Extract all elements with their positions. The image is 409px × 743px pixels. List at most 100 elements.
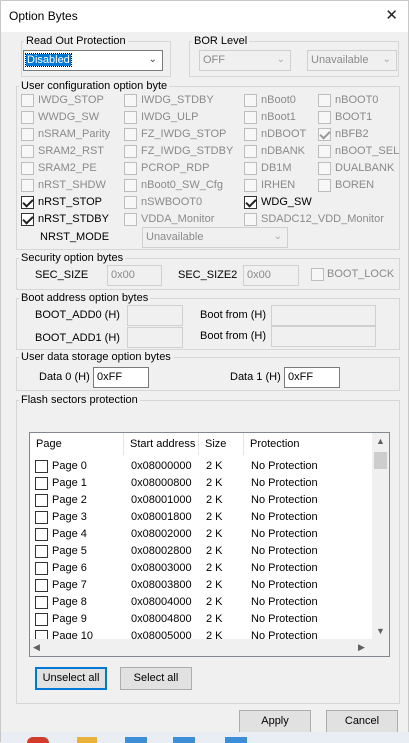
user-data-label: User data storage option bytes xyxy=(21,351,171,363)
option-checkbox[interactable] xyxy=(124,145,137,158)
option-checkbox[interactable] xyxy=(318,128,331,141)
apply-button[interactable]: Apply xyxy=(239,710,311,733)
row-checkbox[interactable] xyxy=(35,596,48,609)
row-checkbox[interactable] xyxy=(35,613,48,626)
option-checkbox[interactable] xyxy=(21,111,34,124)
boot-add1-field[interactable] xyxy=(127,327,183,348)
table-row[interactable]: Page 0 0x08000000 2 K No Protection xyxy=(30,458,370,475)
option-checkbox[interactable] xyxy=(244,196,257,209)
boot-from-field-0[interactable] xyxy=(271,305,376,326)
option-checkbox[interactable] xyxy=(124,94,137,107)
option-checkbox[interactable] xyxy=(21,128,34,141)
row-checkbox[interactable] xyxy=(35,579,48,592)
scroll-left-icon[interactable]: ◀ xyxy=(33,642,40,653)
option-checkbox[interactable] xyxy=(318,179,331,192)
option-label: IWDG_ULP xyxy=(141,111,199,123)
option-checkbox[interactable] xyxy=(124,196,137,209)
option-label: nBoot1 xyxy=(261,111,296,123)
size-cell: 2 K xyxy=(206,562,223,574)
boot-lock-checkbox[interactable] xyxy=(311,268,324,281)
table-row[interactable]: Page 4 0x08002000 2 K No Protection xyxy=(30,526,370,543)
table-row[interactable]: Page 2 0x08001000 2 K No Protection xyxy=(30,492,370,509)
option-checkbox[interactable] xyxy=(21,179,34,192)
option-checkbox[interactable] xyxy=(244,179,257,192)
option-checkbox[interactable] xyxy=(244,111,257,124)
option-checkbox[interactable] xyxy=(124,128,137,141)
scroll-thumb[interactable] xyxy=(374,452,387,469)
vertical-scrollbar[interactable]: ▲ ▼ xyxy=(372,433,389,639)
option-label: nDBOOT xyxy=(261,128,307,140)
option-checkbox[interactable] xyxy=(124,111,137,124)
folder-icon[interactable] xyxy=(77,737,97,743)
option-checkbox[interactable] xyxy=(244,213,257,226)
option-checkbox[interactable] xyxy=(21,196,34,209)
option-checkbox[interactable] xyxy=(318,162,331,175)
unselect-all-button[interactable]: Unselect all xyxy=(35,667,107,690)
option-label: BOOT1 xyxy=(335,111,373,123)
address-cell: 0x08003800 xyxy=(131,579,192,591)
scroll-right-icon[interactable]: ▶ xyxy=(358,642,365,653)
close-icon[interactable]: ✕ xyxy=(385,6,398,26)
taskbar-app-icon[interactable] xyxy=(225,737,247,743)
nrst-mode-select[interactable]: Unavailable ⌄ xyxy=(142,227,288,248)
data1-field[interactable]: 0xFF xyxy=(284,367,340,388)
column-header-page[interactable]: Page xyxy=(30,433,124,455)
option-checkbox[interactable] xyxy=(318,111,331,124)
option-checkbox[interactable] xyxy=(244,162,257,175)
option-checkbox[interactable] xyxy=(21,162,34,175)
row-checkbox[interactable] xyxy=(35,545,48,558)
boot-from-field-1[interactable] xyxy=(271,326,376,347)
size-cell: 2 K xyxy=(206,579,223,591)
read-out-protection-select[interactable]: Disabled ⌄ xyxy=(23,50,163,71)
option-checkbox[interactable] xyxy=(318,145,331,158)
taskbar-app-icon[interactable] xyxy=(173,737,195,743)
table-row[interactable]: Page 7 0x08003800 2 K No Protection xyxy=(30,577,370,594)
scroll-up-icon[interactable]: ▲ xyxy=(376,436,385,446)
column-header-start-address[interactable]: Start address xyxy=(124,433,199,455)
bor-level-secondary-select[interactable]: Unavailable ⌄ xyxy=(307,50,397,71)
table-row[interactable]: Page 5 0x08002800 2 K No Protection xyxy=(30,543,370,560)
taskbar-app-icon[interactable] xyxy=(125,737,147,743)
option-checkbox[interactable] xyxy=(244,128,257,141)
option-checkbox[interactable] xyxy=(21,213,34,226)
bor-level-select[interactable]: OFF ⌄ xyxy=(199,50,291,71)
boot-add0-field[interactable] xyxy=(127,305,183,326)
table-row[interactable]: Page 6 0x08003000 2 K No Protection xyxy=(30,560,370,577)
size-cell: 2 K xyxy=(206,613,223,625)
option-checkbox[interactable] xyxy=(124,162,137,175)
cancel-button[interactable]: Cancel xyxy=(326,710,398,733)
protection-cell: No Protection xyxy=(251,511,318,523)
option-checkbox[interactable] xyxy=(124,213,137,226)
scroll-down-icon[interactable]: ▼ xyxy=(376,626,385,636)
option-label: FZ_IWDG_STDBY xyxy=(141,145,234,157)
table-row[interactable]: Page 1 0x08000800 2 K No Protection xyxy=(30,475,370,492)
security-label: Security option bytes xyxy=(21,252,124,264)
column-header-size[interactable]: Size xyxy=(199,433,244,455)
chevron-down-icon: ⌄ xyxy=(148,54,157,65)
sec-size2-field[interactable]: 0x00 xyxy=(243,265,299,286)
row-checkbox[interactable] xyxy=(35,562,48,575)
row-checkbox[interactable] xyxy=(35,477,48,490)
option-label: DUALBANK xyxy=(335,162,395,174)
select-all-button[interactable]: Select all xyxy=(120,667,192,690)
table-row[interactable]: Page 3 0x08001800 2 K No Protection xyxy=(30,509,370,526)
column-header-protection[interactable]: Protection xyxy=(244,433,368,455)
option-checkbox[interactable] xyxy=(21,145,34,158)
row-checkbox[interactable] xyxy=(35,494,48,507)
option-checkbox[interactable] xyxy=(244,94,257,107)
horizontal-scrollbar[interactable]: ◀ ▶ xyxy=(30,639,389,656)
option-checkbox[interactable] xyxy=(318,94,331,107)
row-checkbox[interactable] xyxy=(35,460,48,473)
row-checkbox[interactable] xyxy=(35,528,48,541)
sec-size-field[interactable]: 0x00 xyxy=(107,265,162,286)
table-row[interactable]: Page 8 0x08004000 2 K No Protection xyxy=(30,594,370,611)
option-checkbox[interactable] xyxy=(124,179,137,192)
option-checkbox[interactable] xyxy=(244,145,257,158)
title-bar: Option Bytes ✕ xyxy=(1,1,408,32)
row-checkbox[interactable] xyxy=(35,511,48,524)
data0-field[interactable]: 0xFF xyxy=(93,367,149,388)
protection-cell: No Protection xyxy=(251,477,318,489)
taskbar-app-icon[interactable] xyxy=(27,737,49,743)
option-checkbox[interactable] xyxy=(21,94,34,107)
table-row[interactable]: Page 9 0x08004800 2 K No Protection xyxy=(30,611,370,628)
